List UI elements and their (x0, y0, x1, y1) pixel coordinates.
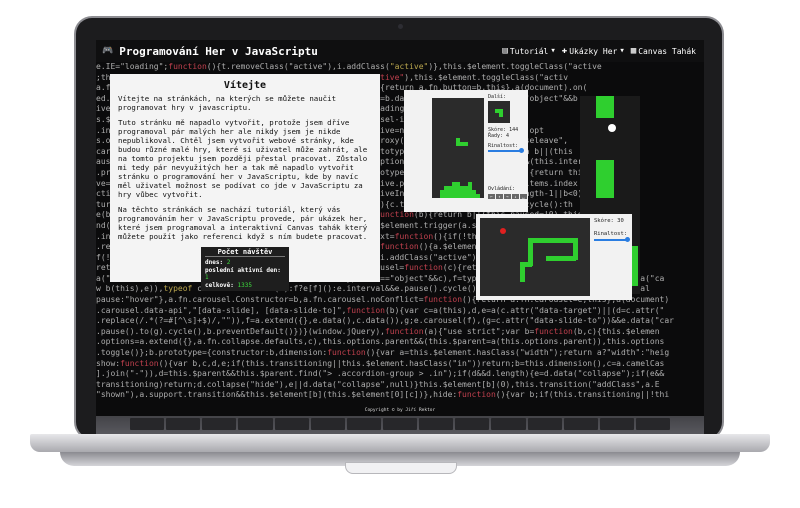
snake-board[interactable] (480, 218, 590, 296)
left-arrow-icon[interactable]: ← (488, 194, 495, 199)
brand[interactable]: 🎮 Programování Her v JavaScriptu (102, 45, 318, 58)
player-icon (608, 124, 616, 132)
tetris-block (464, 142, 468, 146)
document-icon: ▦ (630, 45, 637, 56)
pipe-bar (596, 160, 614, 198)
nav-item-games[interactable]: ✚ Ukázky Her ▾ (561, 45, 625, 56)
book-icon: ▤ (502, 45, 508, 56)
tetris-sidebar: Další: Skóre: 144 Řady: 4 Rinaltost: Ovl… (488, 94, 527, 199)
tetris-next-label: Další: (488, 94, 507, 100)
visit-row-value: 1 (205, 274, 209, 282)
welcome-title: Vítejte (223, 80, 267, 91)
tetris-next-preview (488, 101, 510, 123)
nav-item-tutorial[interactable]: ▤ Tutoriál ▾ (502, 45, 556, 56)
welcome-paragraph-3: Na těchto stránkách se nachází tutoriál,… (118, 205, 368, 241)
tetris-stack-row (440, 190, 476, 194)
footer-copyright: Copyright © by Jiří Rektor (364, 408, 436, 413)
snake-segment (546, 256, 576, 261)
gamepad-logo-icon: 🎮 (102, 45, 114, 56)
visit-row-label: dnes: (205, 259, 224, 267)
tetris-stack-row (444, 186, 472, 190)
nav-item-tutorial-label: Tutoriál (509, 46, 549, 56)
welcome-paragraph-1: Vítejte na stránkách, na kterých se může… (118, 94, 337, 112)
snake-score: Skóre: 30 (594, 218, 624, 224)
right-arrow-icon[interactable]: → (504, 194, 511, 199)
visit-row: celkově: 1335 (205, 282, 285, 289)
tetris-rows: Řady: 4 (488, 133, 510, 139)
visit-row: dnes: 2 (205, 259, 285, 266)
laptop-base (30, 434, 770, 452)
snake-speed-label: Rinaltost: (594, 231, 628, 237)
tetris-controls: ← ↑ → ↓ ␣ (488, 194, 527, 199)
snake-sidebar: Skóre: 30 Rinaltost: (594, 218, 630, 242)
tetris-controls-label: Ovládání: (488, 186, 516, 192)
visit-row-label: poslední aktivní den: (205, 266, 281, 274)
caret-down-icon: ▾ (550, 45, 556, 56)
tetris-next-block (499, 113, 503, 117)
tetris-speed-slider[interactable] (488, 148, 524, 153)
nav-menu: ▤ Tutoriál ▾ ✚ Ukázky Her ▾ ▦ Canvas Tah… (502, 45, 696, 56)
down-arrow-icon[interactable]: ↓ (512, 194, 519, 199)
tetris-stack-row (468, 182, 472, 186)
visit-counter-title: Počet návštěv (205, 248, 285, 258)
space-key-icon[interactable]: ␣ (520, 194, 527, 199)
tetris-stack-row (452, 182, 460, 186)
visit-row-value: 1335 (237, 281, 252, 289)
snake-segment (520, 262, 525, 282)
apple-icon (500, 228, 506, 234)
up-arrow-icon[interactable]: ↑ (496, 194, 503, 199)
visit-row-value: 2 (226, 259, 231, 267)
gamepad-icon: ✚ (561, 45, 568, 56)
welcome-paragraph-2: Tuto stránku mě napadlo vytvořit, protož… (118, 118, 368, 199)
tetris-board[interactable] (432, 98, 484, 198)
welcome-card: Vítejte Vítejte na stránkách, na kterých… (110, 74, 380, 292)
pipe-bar (596, 96, 614, 118)
snake-segment (528, 238, 578, 243)
nav-item-games-label: Ukázky Her (569, 46, 618, 56)
tetris-stack-row (440, 194, 480, 198)
visit-row-label: celkově: (205, 281, 234, 289)
brand-title: Programování Her v JavaScriptu (119, 44, 318, 58)
snake-speed-slider[interactable] (594, 237, 630, 242)
caret-down-icon: ▾ (619, 45, 625, 56)
nav-item-canvas[interactable]: ▦ Canvas Tahák (630, 45, 696, 56)
snake-game-card: Skóre: 30 Rinaltost: (476, 214, 632, 300)
keyboard-keys (130, 418, 671, 430)
tetris-game-card: Další: Skóre: 144 Řady: 4 Rinaltost: Ovl… (404, 90, 528, 212)
laptop-notch (345, 462, 457, 474)
nav-item-canvas-label: Canvas Tahák (638, 46, 696, 56)
top-navbar: 🎮 Programování Her v JavaScriptu ▤ Tutor… (96, 40, 704, 62)
visit-counter: Počet návštěv dnes: 2 poslední aktivní d… (201, 247, 289, 292)
screen: e.IE="loading";function(){t.removeClass(… (96, 40, 704, 416)
visit-row: poslední aktivní den: 1 (205, 267, 285, 282)
camera-icon (398, 24, 403, 29)
